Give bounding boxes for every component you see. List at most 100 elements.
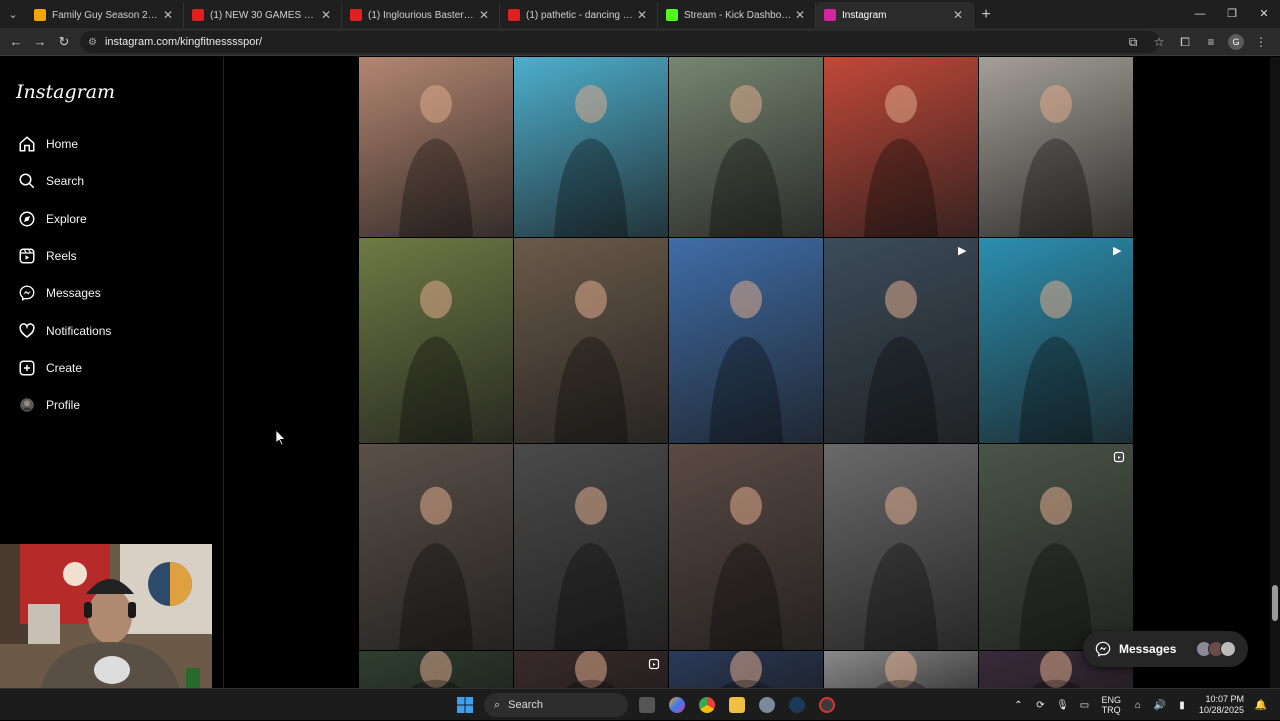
post-image xyxy=(864,85,938,237)
battery-icon[interactable]: ▮ xyxy=(1171,700,1193,711)
tab-close-icon[interactable]: ✕ xyxy=(951,8,965,22)
reload-icon[interactable]: ↻ xyxy=(52,34,76,50)
post-tile[interactable] xyxy=(359,57,513,237)
browser-tab[interactable]: Family Guy Season 21 Episode✕ xyxy=(26,2,184,28)
post-tile[interactable] xyxy=(824,57,978,237)
microphone-icon[interactable]: 🎙 xyxy=(1051,700,1073,711)
lang-bottom: TRQ xyxy=(1101,705,1121,715)
post-image xyxy=(554,486,628,650)
post-tile[interactable] xyxy=(669,238,823,443)
browser-tab[interactable]: Stream - Kick Dashboard ✕ xyxy=(658,2,816,28)
address-bar[interactable]: ⚙ instagram.com/kingfitnesssspor/ xyxy=(80,31,1160,53)
sidebar-item-explore[interactable]: Explore xyxy=(12,204,208,234)
sidebar-item-create[interactable]: Create xyxy=(12,353,208,383)
reels-icon xyxy=(1113,451,1125,463)
reels-icon xyxy=(16,245,38,267)
tab-search-icon[interactable]: ⌄ xyxy=(0,0,26,28)
restore-icon[interactable]: ❐ xyxy=(1216,0,1248,28)
chrome-icon[interactable] xyxy=(692,689,722,721)
scrollbar-thumb[interactable] xyxy=(1272,585,1278,621)
chrome-menu-icon[interactable]: ⋮ xyxy=(1248,35,1274,49)
windows-start-icon[interactable] xyxy=(450,689,480,721)
video-play-icon: ▶ xyxy=(1113,245,1122,257)
language-indicator[interactable]: ENG TRQ xyxy=(1101,695,1121,715)
post-image xyxy=(721,651,771,688)
close-window-icon[interactable]: ✕ xyxy=(1248,0,1280,28)
sidebar-item-search[interactable]: Search xyxy=(12,166,208,196)
chevron-up-icon[interactable]: ⌃ xyxy=(1007,700,1029,711)
sidebar-item-messages[interactable]: Messages xyxy=(12,278,208,308)
tab-favicon-icon xyxy=(350,9,362,21)
clock-time: 10:07 PM xyxy=(1205,694,1244,704)
minimize-icon[interactable]: — xyxy=(1184,0,1216,28)
post-tile[interactable]: ▶ xyxy=(824,238,978,443)
bookmark-star-icon[interactable]: ☆ xyxy=(1146,35,1172,49)
post-image xyxy=(1019,85,1093,237)
messages-pill-label: Messages xyxy=(1119,642,1177,656)
post-image xyxy=(876,651,926,688)
media-controls-icon[interactable]: ≡ xyxy=(1198,35,1224,49)
notification-bell-icon[interactable]: 🔔 xyxy=(1250,700,1272,711)
display-icon[interactable]: ▭ xyxy=(1073,700,1095,711)
post-tile[interactable] xyxy=(514,651,668,688)
instagram-logo[interactable]: Instagram xyxy=(16,81,115,103)
sync-icon[interactable]: ⟳ xyxy=(1029,700,1051,711)
post-tile[interactable] xyxy=(359,238,513,443)
steam-icon[interactable] xyxy=(782,689,812,721)
sidebar-item-reels[interactable]: Reels xyxy=(12,241,208,271)
post-image xyxy=(566,651,616,688)
tab-close-icon[interactable]: ✕ xyxy=(161,8,175,22)
browser-tab[interactable]: (1) NEW 30 GAMES Coming in✕ xyxy=(184,2,342,28)
taskbar-clock[interactable]: 10:07 PM 10/28/2025 xyxy=(1199,694,1244,716)
sidebar-item-home[interactable]: Home xyxy=(12,129,208,159)
tab-close-icon[interactable]: ✕ xyxy=(319,8,333,22)
post-tile[interactable] xyxy=(669,57,823,237)
browser-tab[interactable]: (1) pathetic - dancing nihilist (sl✕ xyxy=(500,2,658,28)
tab-close-icon[interactable]: ✕ xyxy=(635,8,649,22)
mouse-cursor-icon xyxy=(276,430,286,446)
post-tile[interactable] xyxy=(669,444,823,650)
page-scrollbar[interactable] xyxy=(1270,57,1280,688)
app-record-icon[interactable] xyxy=(812,689,842,721)
sidebar-item-notifications[interactable]: Notifications xyxy=(12,316,208,346)
site-info-icon[interactable]: ⚙ xyxy=(88,37,97,48)
post-tile[interactable] xyxy=(824,444,978,650)
browser-tab[interactable]: Instagram ✕ xyxy=(816,2,974,28)
taskbar-search[interactable]: ⌕ Search xyxy=(484,693,628,717)
post-tile[interactable] xyxy=(824,651,978,688)
messages-floating-button[interactable]: Messages xyxy=(1083,631,1248,667)
back-icon[interactable]: ← xyxy=(4,34,28,49)
task-view-icon[interactable] xyxy=(632,689,662,721)
reels-icon xyxy=(648,658,660,670)
file-explorer-icon[interactable] xyxy=(722,689,752,721)
post-tile[interactable] xyxy=(514,444,668,650)
volume-icon[interactable]: 🔊 xyxy=(1149,700,1171,711)
post-tile[interactable] xyxy=(669,651,823,688)
new-tab-button[interactable]: + xyxy=(974,2,998,28)
post-tile[interactable] xyxy=(979,444,1133,650)
url-text: instagram.com/kingfitnesssspor/ xyxy=(104,36,263,48)
post-tile[interactable] xyxy=(514,238,668,443)
tab-title: (1) NEW 30 GAMES Coming in xyxy=(210,9,319,21)
post-tile[interactable] xyxy=(979,57,1133,237)
browser-tab[interactable]: (1) Inglourious Basterds (2009)✕ xyxy=(342,2,500,28)
profile-avatar-icon[interactable]: G xyxy=(1228,34,1244,50)
post-tile[interactable] xyxy=(359,651,513,688)
copilot-icon[interactable] xyxy=(662,689,692,721)
sidebar-item-label: Create xyxy=(46,360,83,375)
post-tile[interactable] xyxy=(514,57,668,237)
network-icon[interactable]: ⌂ xyxy=(1127,700,1149,711)
settings-gear-icon[interactable] xyxy=(752,689,782,721)
messenger-icon xyxy=(1095,641,1111,657)
tab-close-icon[interactable]: ✕ xyxy=(793,8,807,22)
install-app-icon[interactable]: ⧉ xyxy=(1120,35,1146,50)
tab-close-icon[interactable]: ✕ xyxy=(477,8,491,22)
post-tile[interactable]: ▶ xyxy=(979,238,1133,443)
messenger-icon xyxy=(16,282,38,304)
sidebar-item-profile[interactable]: Profile xyxy=(12,390,208,420)
avatar xyxy=(1220,641,1236,657)
post-grid: ▶ ▶ xyxy=(359,57,1133,688)
forward-icon[interactable]: → xyxy=(28,34,52,49)
extensions-icon[interactable]: ⧠ xyxy=(1172,35,1198,50)
post-tile[interactable] xyxy=(359,444,513,650)
